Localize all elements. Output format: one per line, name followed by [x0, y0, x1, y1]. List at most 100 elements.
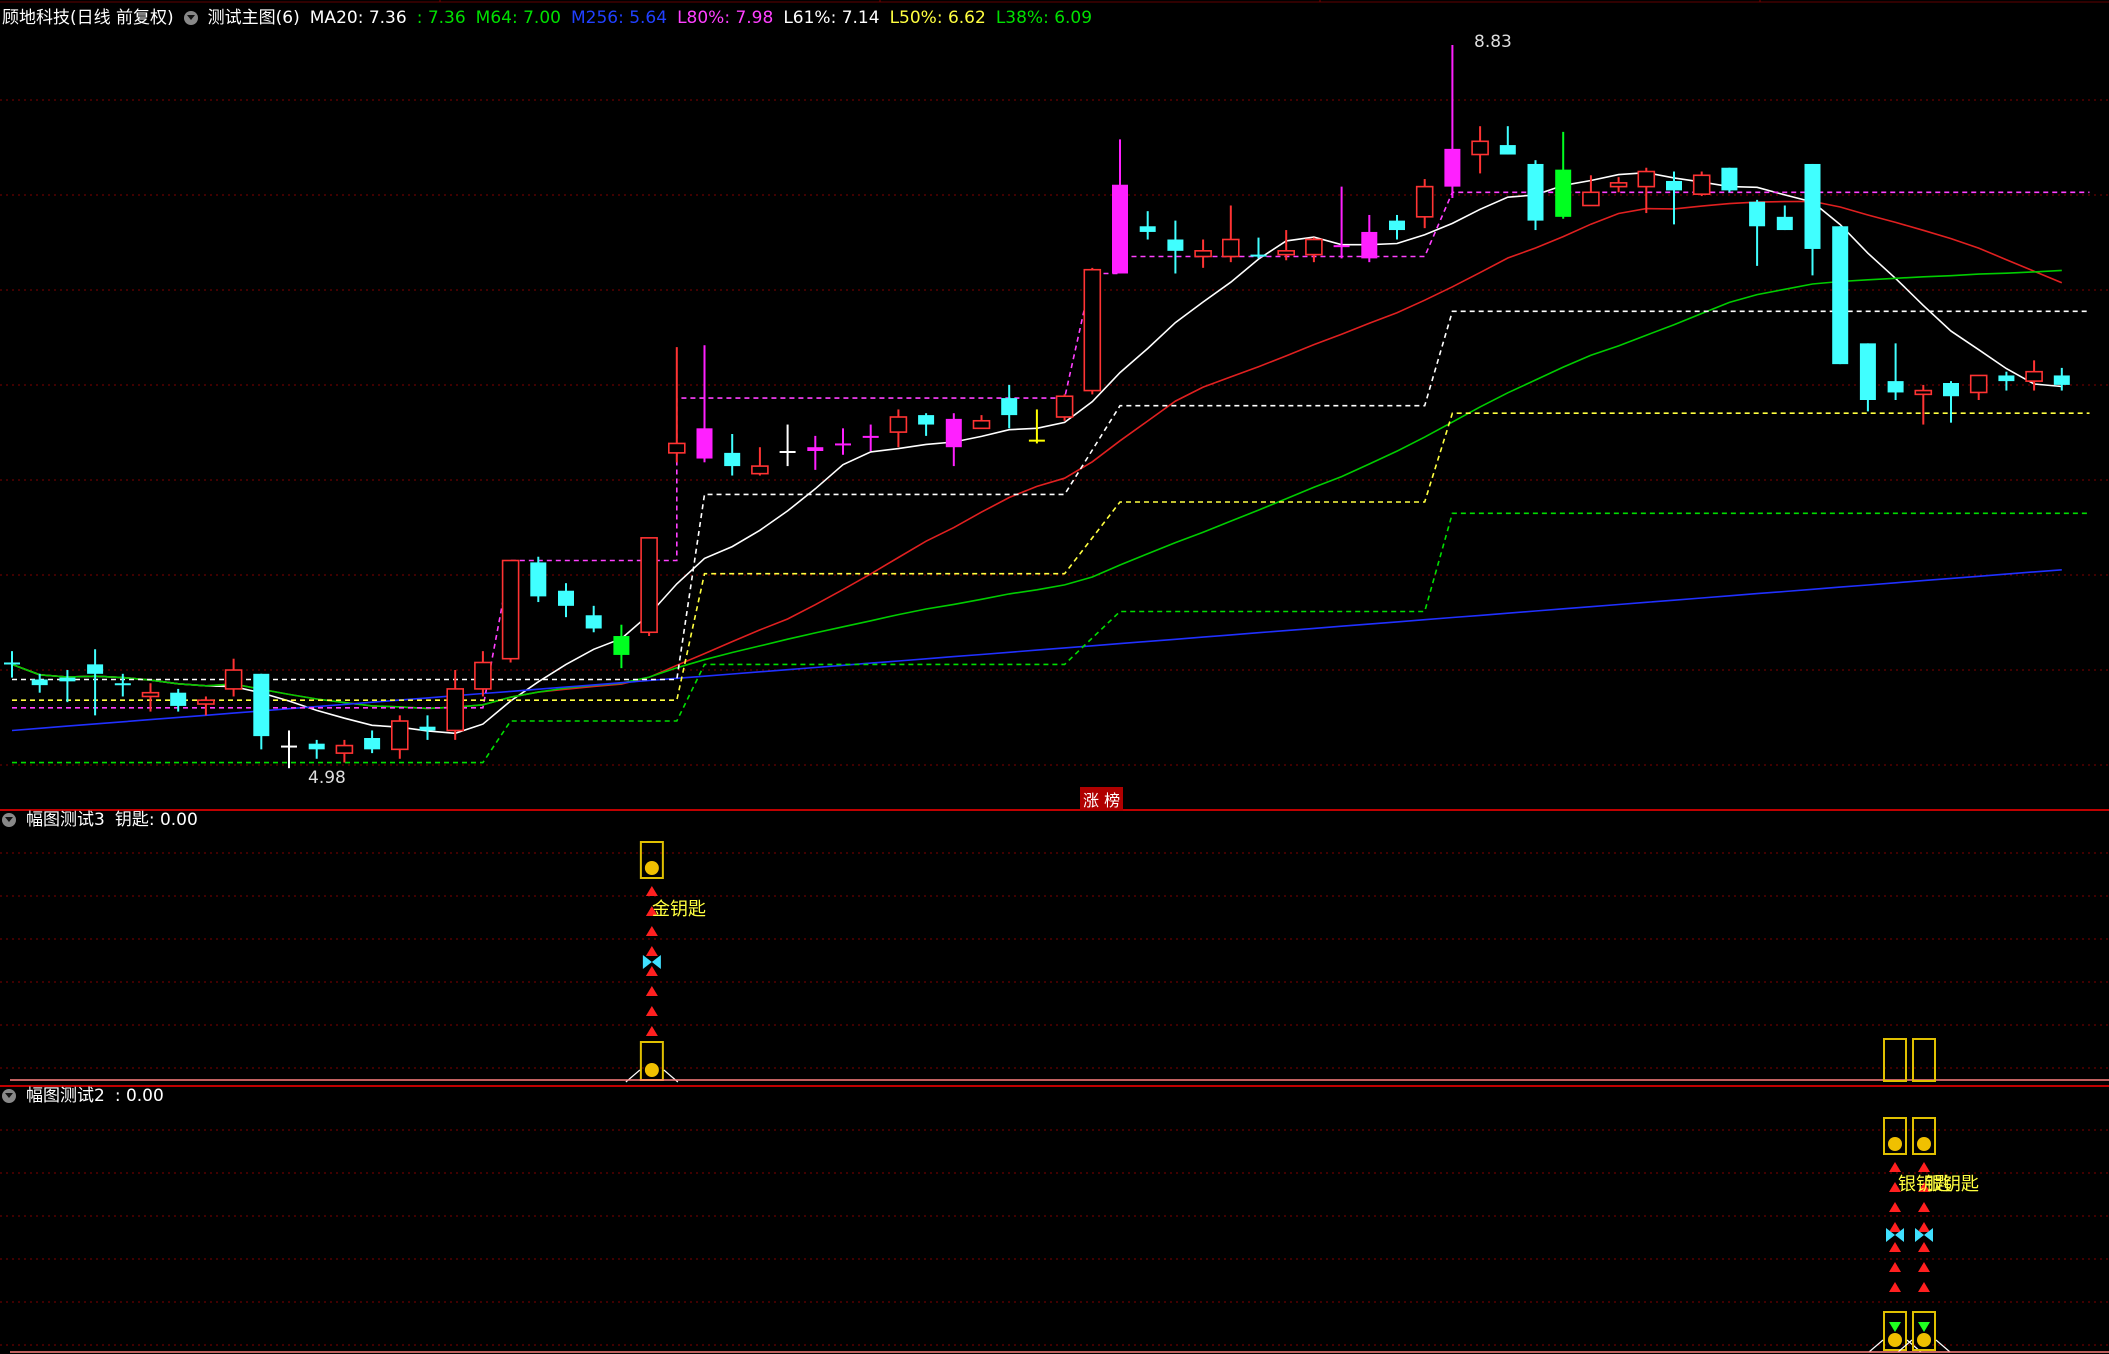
- chevron-down-icon[interactable]: [183, 11, 198, 25]
- candle-body: [281, 745, 297, 748]
- chevron-down-icon[interactable]: [2, 813, 16, 827]
- candle-body: [1028, 439, 1045, 442]
- candle-body: [1776, 216, 1793, 231]
- candle-body: [390, 720, 409, 751]
- candle-body: [1969, 374, 1988, 394]
- silver-key-arrow-icon: [1918, 1222, 1930, 1232]
- candle-body: [530, 562, 547, 597]
- candle-body: [253, 673, 270, 737]
- indicator-values: MA20: 7.36: 7.36 M64: 7.00 M256: 5.64 L80%:…: [310, 8, 1102, 28]
- candle-body: [1333, 245, 1350, 248]
- panel3-title[interactable]: 幅图测试2: [26, 1086, 105, 1106]
- candle-body: [918, 415, 935, 425]
- candle-body: [724, 452, 741, 467]
- candle-body: [779, 450, 796, 453]
- candle-body: [170, 692, 187, 706]
- candle-body: [87, 664, 104, 674]
- candle-body: [1555, 169, 1572, 217]
- candle-body: [1444, 148, 1461, 187]
- l38-line: [12, 512, 2090, 764]
- candle-body: [1415, 185, 1434, 218]
- panel3-value: : 0.00: [114, 1086, 164, 1106]
- silver-key-signal-label-2: 银钥匙: [1925, 1174, 1979, 1195]
- candle-body: [1998, 375, 2015, 382]
- silver-key-arrow-icon: [1918, 1282, 1930, 1292]
- candle-body: [59, 677, 76, 682]
- candle-body: [1194, 250, 1212, 258]
- l50-line: [12, 412, 2090, 701]
- candle-body: [1499, 145, 1516, 155]
- candle-body: [945, 418, 962, 448]
- silver-key-coin-bottom: [1917, 1333, 1931, 1347]
- candle-body: [1609, 182, 1628, 188]
- candle-body: [501, 559, 520, 660]
- candle-body: [1943, 383, 1959, 397]
- chevron-down-icon[interactable]: [2, 1089, 16, 1103]
- candle-body: [1471, 140, 1489, 156]
- candle-body: [1361, 231, 1378, 259]
- candle-body: [1055, 395, 1074, 418]
- candle-body: [141, 691, 160, 698]
- candle-body: [751, 465, 769, 475]
- panel2-title[interactable]: 幅图测试3: [26, 810, 105, 830]
- candle-body: [1001, 398, 1018, 416]
- kline-chart[interactable]: [0, 0, 2109, 1354]
- candle-body: [419, 726, 436, 731]
- indicator-value-5: L61%: 7.14: [783, 8, 880, 28]
- candle-body: [1139, 226, 1156, 232]
- candle-body: [835, 443, 851, 446]
- gold-key-coin-bottom: [644, 1063, 659, 1077]
- m256-line: [11, 569, 2062, 732]
- gold-key-arrow-icon: [645, 1006, 658, 1016]
- gold-key-arrow-icon: [645, 1026, 658, 1036]
- candle-body: [474, 661, 492, 690]
- candle-body: [1637, 170, 1656, 188]
- candle-body: [1804, 163, 1821, 249]
- candle-body: [1887, 381, 1904, 393]
- candle-body: [1083, 268, 1102, 392]
- silver-key-arrow-icon: [1918, 1202, 1930, 1212]
- main-header: 顾地科技(日线 前复权) 测试主图(6) MA20: 7.36: 7.36 M64: …: [2, 6, 1112, 30]
- silver-key-arrow-icon: [1889, 1242, 1901, 1252]
- candle-body: [1527, 163, 1544, 221]
- indicator-value-1: : 7.36: [416, 8, 466, 28]
- candle-body: [1582, 191, 1600, 207]
- silver-key-arrow-icon: [1889, 1262, 1901, 1272]
- candle-body: [585, 615, 602, 629]
- ma-white-line: [11, 171, 2062, 735]
- silver-key-coin-top: [1888, 1137, 1902, 1151]
- candle-body: [1692, 174, 1711, 195]
- candle-body: [1666, 180, 1682, 191]
- candle-body: [1277, 250, 1295, 256]
- candle-body: [1389, 220, 1405, 231]
- candle-body: [4, 662, 20, 665]
- l80-line: [12, 191, 2090, 709]
- candle-body: [114, 683, 131, 686]
- indicator-value-0: MA20: 7.36: [309, 8, 407, 28]
- silver-key-down-arrow-icon: [1918, 1322, 1930, 1332]
- silver-key-coin-bottom: [1888, 1333, 1902, 1347]
- candle-body: [335, 744, 354, 754]
- candle-body: [1832, 226, 1849, 365]
- gold-key-signal-label: 金钥匙: [652, 899, 706, 920]
- low-price-label: 4.98: [308, 768, 346, 788]
- candle-body: [1859, 343, 1876, 401]
- limit-up-badge: 涨 榜: [1080, 787, 1124, 811]
- candle-body: [862, 435, 879, 438]
- gold-key-arrow-icon: [645, 966, 658, 976]
- candle-body: [1222, 238, 1240, 258]
- candle-body: [667, 442, 686, 454]
- ma20-red-line: [11, 200, 2063, 710]
- silver-key-arrow-icon: [1889, 1282, 1901, 1292]
- candle-body: [1250, 254, 1267, 257]
- candle-body: [1721, 167, 1738, 191]
- panel3-header: 幅图测试2 : 0.00: [2, 1084, 174, 1108]
- empty-signal-box: [1912, 1038, 1936, 1082]
- indicator-name[interactable]: 测试主图(6): [208, 8, 300, 28]
- candle-body: [613, 636, 630, 655]
- silver-key-down-arrow-icon: [1889, 1322, 1901, 1332]
- candle-body: [807, 447, 824, 451]
- indicator-value-3: M256: 5.64: [570, 8, 668, 28]
- candle-body: [1305, 238, 1323, 256]
- silver-key-arrow-icon: [1889, 1202, 1901, 1212]
